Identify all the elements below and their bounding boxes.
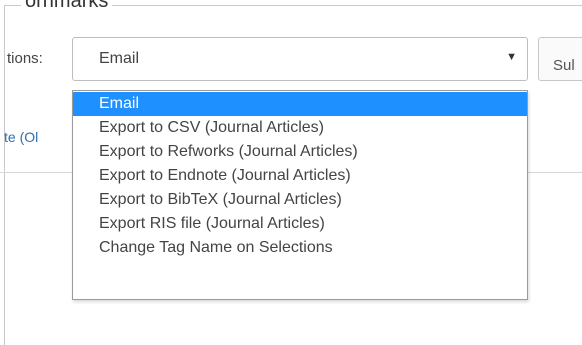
option-export-refworks[interactable]: Export to Refworks (Journal Articles) — [73, 140, 527, 164]
option-export-csv[interactable]: Export to CSV (Journal Articles) — [73, 116, 527, 140]
actions-select-value: Email — [99, 50, 140, 67]
option-export-endnote[interactable]: Export to Endnote (Journal Articles) — [73, 164, 527, 188]
panel-legend: ornmarks — [21, 0, 113, 11]
option-export-ris[interactable]: Export RIS file (Journal Articles) — [73, 212, 527, 236]
actions-select[interactable]: Email ▼ — [72, 37, 528, 81]
actions-label: tions: — [7, 50, 43, 67]
option-change-tag-name[interactable]: Change Tag Name on Selections — [73, 236, 527, 260]
chevron-down-icon: ▼ — [506, 51, 517, 63]
option-export-bibtex[interactable]: Export to BibTeX (Journal Articles) — [73, 188, 527, 212]
actions-dropdown-list: Email Export to CSV (Journal Articles) E… — [72, 90, 528, 300]
submit-button[interactable]: Sul — [538, 37, 582, 81]
side-link[interactable]: te (Ol — [4, 129, 38, 145]
option-email[interactable]: Email — [73, 92, 527, 116]
